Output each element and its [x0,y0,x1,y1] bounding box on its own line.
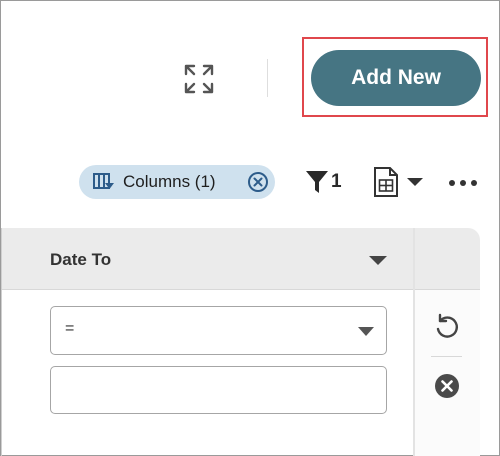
clear-filter-icon[interactable] [434,373,460,399]
expand-icon [184,64,214,94]
close-circle-icon[interactable] [247,171,269,193]
expand-button[interactable] [179,59,219,99]
columns-filter-icon [93,173,114,189]
column-menu-caret-icon[interactable] [367,253,389,267]
more-options-button[interactable] [449,173,489,193]
columns-chip[interactable]: Columns (1) [79,165,275,199]
operator-value: = [65,320,75,337]
app-frame: Add New Columns (1) 1 Date To = [0,0,500,456]
spreadsheet-export-icon [374,167,398,197]
filter-button[interactable]: 1 [305,167,342,197]
column-header-date-to[interactable]: Date To [50,250,111,270]
chevron-down-icon [358,327,374,336]
reset-icon[interactable] [433,313,461,341]
export-menu-button[interactable] [373,165,429,199]
grid-border [1,228,2,456]
chevron-down-icon [407,178,423,186]
add-new-button[interactable]: Add New [311,50,481,106]
toolbar-divider [267,59,268,97]
filter-value-input[interactable] [50,366,387,414]
filter-count: 1 [331,171,342,192]
funnel-icon [306,171,328,193]
columns-chip-label: Columns (1) [123,172,216,191]
operator-select[interactable]: = [50,306,387,355]
actions-divider [431,356,462,357]
more-dots-icon [449,180,455,186]
